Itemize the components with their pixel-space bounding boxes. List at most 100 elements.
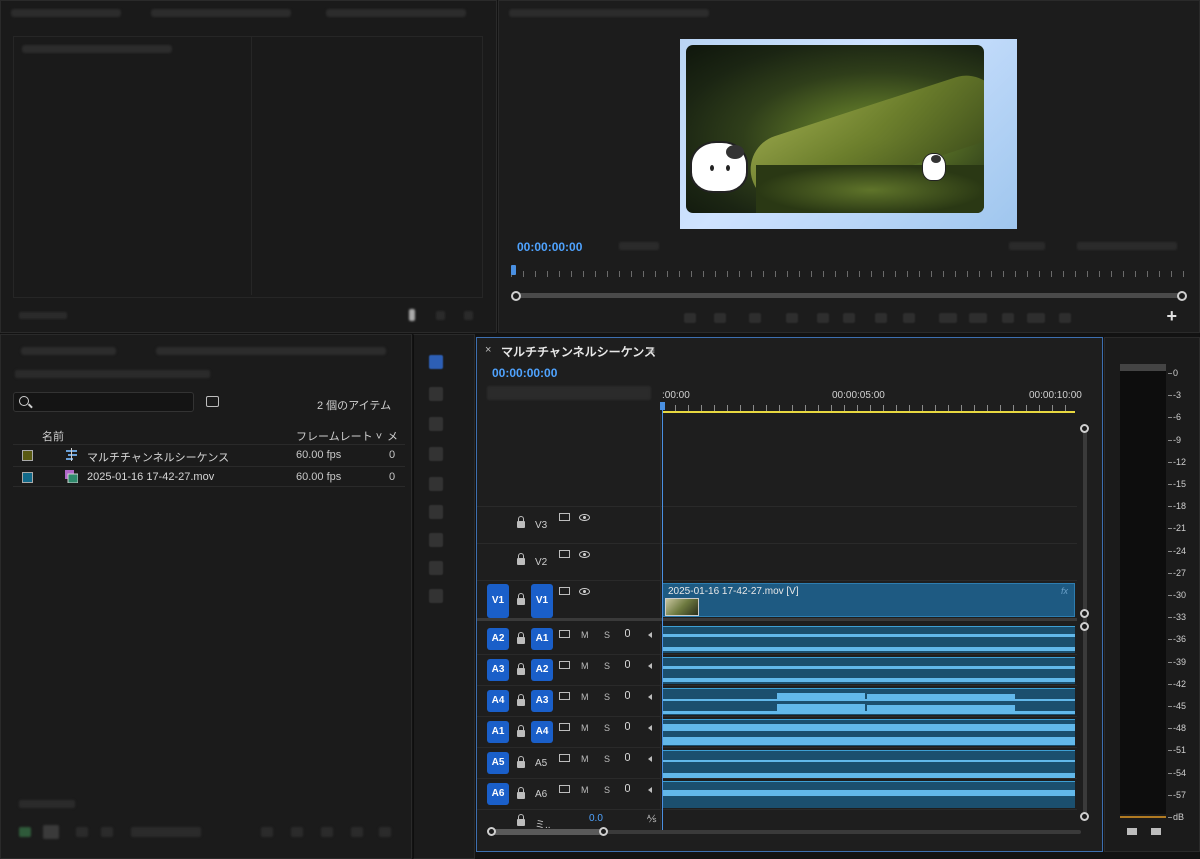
scroll-handle-right[interactable]	[1177, 291, 1187, 301]
go-to-out-button[interactable]	[903, 313, 915, 323]
mic-icon[interactable]	[625, 722, 630, 730]
label-color-swatch[interactable]	[22, 450, 33, 461]
lock-icon[interactable]	[517, 516, 525, 528]
vscroll-handle[interactable]	[1080, 609, 1089, 618]
label-color-swatch[interactable]	[22, 472, 33, 483]
go-to-in-button[interactable]	[749, 313, 761, 323]
hscroll-handle[interactable]	[487, 827, 496, 836]
hscroll-handle[interactable]	[599, 827, 608, 836]
step-forward-button[interactable]	[875, 313, 887, 323]
program-timecode[interactable]: 00:00:00:00	[517, 240, 582, 254]
lock-icon[interactable]	[517, 663, 525, 675]
volume-icon[interactable]	[648, 694, 652, 700]
mark-out-button[interactable]	[714, 313, 726, 323]
volume-icon[interactable]	[648, 663, 652, 669]
mute-button[interactable]: M	[581, 630, 589, 640]
fit-dropdown[interactable]	[619, 242, 659, 250]
panel-tab[interactable]	[509, 9, 709, 17]
solo-right-icon[interactable]	[1151, 828, 1161, 835]
keyframe-icon[interactable]: ⅍	[647, 814, 656, 825]
audio-clip[interactable]	[662, 719, 1075, 746]
quality-dropdown[interactable]	[1009, 242, 1045, 250]
solo-button[interactable]: S	[604, 754, 610, 764]
sync-lock-icon[interactable]	[559, 661, 570, 669]
solo-button[interactable]: S	[604, 630, 610, 640]
sync-lock-icon[interactable]	[559, 785, 570, 793]
lock-icon[interactable]	[517, 756, 525, 768]
solo-button[interactable]: S	[604, 723, 610, 733]
audio-clip[interactable]	[662, 781, 1075, 808]
mute-button[interactable]: M	[581, 692, 589, 702]
panel-menu-icon[interactable]: ≡	[648, 343, 655, 357]
zoom-slider[interactable]	[131, 827, 201, 837]
source-patch[interactable]: A1	[487, 721, 509, 743]
column-more[interactable]: メ	[387, 428, 398, 444]
solo-button[interactable]: S	[604, 661, 610, 671]
export-frame-button[interactable]	[1002, 313, 1014, 323]
column-name[interactable]: 名前	[42, 428, 64, 444]
solo-button[interactable]: S	[604, 692, 610, 702]
sync-lock-icon[interactable]	[559, 723, 570, 731]
source-patch[interactable]: A6	[487, 783, 509, 805]
mic-icon[interactable]	[625, 629, 630, 637]
vscroll-handle[interactable]	[1080, 622, 1089, 631]
panel-tab[interactable]	[326, 9, 466, 17]
vscroll-handle[interactable]	[1080, 812, 1089, 821]
audio-clip[interactable]	[662, 688, 1075, 715]
add-button[interactable]: +	[1166, 306, 1177, 327]
scroll-handle-left[interactable]	[511, 291, 521, 301]
lock-icon[interactable]	[517, 787, 525, 799]
tool-icon[interactable]	[261, 827, 273, 837]
track-select-tool-icon[interactable]	[429, 387, 443, 401]
mic-icon[interactable]	[625, 784, 630, 792]
tool-icon[interactable]	[101, 827, 113, 837]
settings-button[interactable]	[1059, 313, 1071, 323]
audio-clip[interactable]	[662, 657, 1075, 684]
sequence-tab-title[interactable]: マルチチャンネルシーケンス	[501, 343, 656, 360]
subpanel-tab[interactable]	[22, 45, 172, 53]
track-target[interactable]: A3	[531, 690, 553, 712]
playhead-handle[interactable]	[660, 402, 665, 410]
tool-icon[interactable]	[321, 827, 333, 837]
lock-icon[interactable]	[517, 632, 525, 644]
type-tool-icon[interactable]	[429, 589, 443, 603]
volume-icon[interactable]	[648, 725, 652, 731]
sync-lock-icon[interactable]	[559, 550, 570, 558]
tool-icon[interactable]	[464, 311, 473, 320]
lock-icon[interactable]	[517, 814, 525, 826]
project-item-sequence[interactable]: マルチチャンネルシーケンス 60.00 fps 0	[13, 444, 405, 465]
sync-lock-icon[interactable]	[559, 754, 570, 762]
project-item-clip[interactable]: 2025-01-16 17-42-27.mov 60.00 fps 0	[13, 466, 405, 487]
program-zoom-scrollbar[interactable]	[515, 293, 1183, 298]
tool-icon[interactable]	[379, 827, 391, 837]
sync-lock-icon[interactable]	[559, 692, 570, 700]
hscroll-thumb[interactable]	[491, 829, 603, 835]
hand-tool-icon[interactable]	[429, 561, 443, 575]
column-frame-rate[interactable]: フレームレート ˅	[296, 428, 382, 444]
lock-icon[interactable]	[517, 593, 525, 605]
lock-icon[interactable]	[517, 725, 525, 737]
volume-icon[interactable]	[648, 756, 652, 762]
tool-icon[interactable]	[351, 827, 363, 837]
filter-bin-icon[interactable]	[206, 396, 219, 407]
selection-tool-icon[interactable]	[429, 355, 443, 369]
mic-icon[interactable]	[625, 660, 630, 668]
sync-lock-icon[interactable]	[559, 513, 570, 521]
video-preview[interactable]	[680, 39, 1017, 229]
panel-tab[interactable]	[151, 9, 291, 17]
panel-tab[interactable]	[21, 347, 116, 355]
play-button[interactable]	[843, 313, 855, 323]
razor-tool-icon[interactable]	[429, 447, 443, 461]
audio-clip[interactable]	[662, 626, 1075, 653]
volume-icon[interactable]	[648, 787, 652, 793]
rectangle-tool-icon[interactable]	[429, 533, 443, 547]
ripple-edit-tool-icon[interactable]	[429, 417, 443, 431]
source-patch-v1[interactable]: V1	[487, 584, 509, 618]
pen-tool-icon[interactable]	[429, 505, 443, 519]
tool-icon[interactable]	[76, 827, 88, 837]
eye-icon[interactable]	[579, 551, 590, 558]
program-playhead[interactable]	[511, 265, 516, 275]
vscroll-handle[interactable]	[1080, 424, 1089, 433]
source-patch[interactable]: A3	[487, 659, 509, 681]
audio-clip[interactable]	[662, 750, 1075, 778]
